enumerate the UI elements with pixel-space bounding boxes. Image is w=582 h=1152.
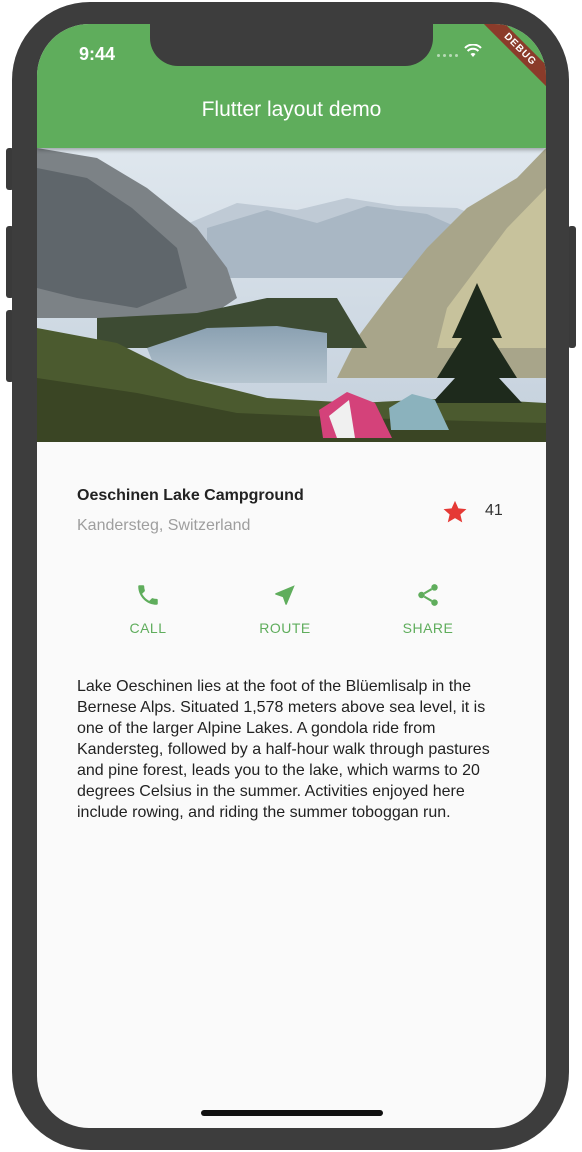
- place-location: Kandersteg, Switzerland: [77, 517, 251, 534]
- rating-count: 41: [485, 502, 503, 519]
- power-button: [568, 226, 576, 348]
- share-button[interactable]: SHARE: [368, 580, 488, 636]
- description-text: Lake Oeschinen lies at the foot of the B…: [77, 678, 490, 821]
- signal-icon: [437, 45, 458, 57]
- home-indicator[interactable]: [201, 1110, 383, 1116]
- debug-banner: DEBUG: [472, 24, 546, 98]
- notch: [150, 24, 433, 66]
- hero-image: [37, 148, 546, 442]
- app-bar-title: Flutter layout demo: [201, 98, 382, 121]
- star-icon[interactable]: [441, 498, 469, 526]
- route-button[interactable]: ROUTE: [225, 580, 345, 636]
- place-name: Oeschinen Lake Campground: [77, 487, 304, 504]
- screen: 9:44 Flutter layout demo DEBUG Oeschinen…: [37, 24, 546, 1128]
- status-icons: [437, 44, 482, 58]
- navigation-icon: [275, 585, 295, 605]
- phone-icon: [138, 585, 158, 605]
- status-time: 9:44: [79, 44, 116, 64]
- call-label: CALL: [129, 620, 167, 636]
- share-label: SHARE: [402, 620, 454, 636]
- call-button[interactable]: CALL: [88, 580, 208, 636]
- route-label: ROUTE: [259, 620, 311, 636]
- phone-frame: 9:44 Flutter layout demo DEBUG Oeschinen…: [12, 2, 569, 1150]
- wifi-icon: [464, 44, 482, 57]
- share-icon: [418, 584, 438, 606]
